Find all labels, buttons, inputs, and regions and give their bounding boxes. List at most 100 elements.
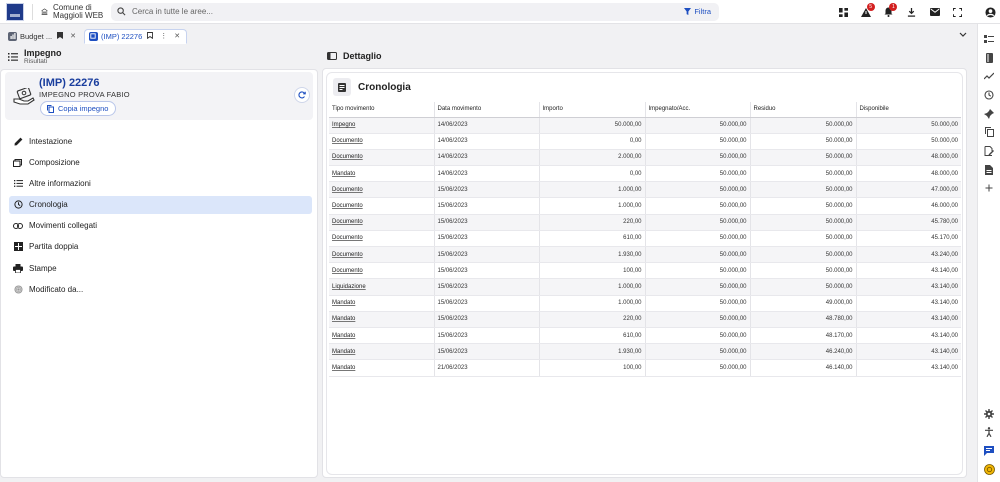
table-cell: 100,00 [539,262,646,280]
detail-panel: Cronologia Tipo movimento Data movimento… [322,68,967,478]
movement-type-link[interactable]: Documento [332,187,363,193]
home-icon[interactable] [32,3,48,20]
menu-item-intestazione[interactable]: Intestazione [9,132,312,150]
column-header[interactable]: Importo [539,102,646,118]
menu-item-modificato-da[interactable]: Modificato da... [9,280,312,298]
menu-item-partita-doppia[interactable]: Partita doppia [9,238,312,256]
fullscreen-icon[interactable] [946,4,969,20]
table-row[interactable]: Impegno 14/06/2023 50.000,00 50.000,00 50.00… [329,117,961,134]
movement-type-link[interactable]: Documento [332,268,363,274]
table-cell: 50.000,00 [645,117,751,134]
bell-icon[interactable]: 1 [878,3,901,20]
movement-type-link[interactable]: Documento [332,235,363,241]
column-header[interactable]: Disponibile [856,102,961,118]
table-cell: 43.240,00 [856,246,961,264]
table-cell: 50.000,00 [645,295,751,312]
add-icon[interactable] [982,181,996,195]
table-cell: Mandato [329,311,435,328]
table-cell: 50.000,00 [645,214,751,231]
table-row[interactable]: Documento 15/06/2023 610,00 50.000,00 50.000… [329,230,961,248]
menu-item-composizione[interactable]: Composizione [9,153,312,171]
movement-type-link[interactable]: Documento [332,203,363,209]
table-cell: 45.170,00 [856,230,961,248]
filter-button[interactable]: Filtra [684,7,711,16]
history-icon[interactable] [982,88,996,102]
copy-impegno-label: Copia impegno [58,104,109,113]
close-icon[interactable]: ✕ [68,32,78,40]
movement-type-link[interactable]: Documento [332,252,363,258]
table-row[interactable]: Mandato 21/06/2023 100,00 50.000,00 46.140,0… [329,359,961,377]
mail-icon[interactable] [923,4,946,20]
menu-item-movimenti-collegati[interactable]: Movimenti collegati [9,217,312,235]
table-row[interactable]: Mandato 14/06/2023 0,00 50.000,00 50.000,00 4… [329,165,961,183]
movement-type-link[interactable]: Impegno [332,122,355,128]
menu-item-cronologia[interactable]: Cronologia [9,195,312,214]
link-icon [13,221,23,231]
download-icon[interactable] [900,4,923,20]
movement-type-link[interactable]: Mandato [332,365,355,371]
document-edit-icon[interactable] [982,144,996,158]
chat-icon[interactable] [982,444,996,458]
close-icon[interactable]: ✕ [172,32,182,40]
app-logo[interactable] [6,2,24,21]
tab-budget[interactable]: Budget ... ✕ [4,29,82,44]
book-icon[interactable] [982,51,996,65]
copy-icon [47,104,54,113]
stack-icon [13,157,23,167]
copy-icon[interactable] [982,125,996,139]
panel-toggle-icon[interactable] [327,52,337,60]
movement-type-link[interactable]: Documento [332,154,363,160]
table-row[interactable]: Documento 15/06/2023 220,00 50.000,00 50.000… [329,214,961,231]
more-vert-icon[interactable]: ⋮ [158,32,169,40]
table-cell: 15/06/2023 [434,311,540,328]
column-header[interactable]: Tipo movimento [329,102,435,118]
settings-gear-icon[interactable] [982,407,996,421]
list-icon[interactable] [8,53,18,61]
chevron-down-icon[interactable] [959,31,969,41]
movement-type-link[interactable]: Documento [332,219,363,225]
table-row[interactable]: Documento 15/06/2023 1.930,00 50.000,00 50.0… [329,246,961,264]
table-cell: Mandato [329,165,435,183]
movement-type-link[interactable]: Mandato [332,171,355,177]
table-row[interactable]: Mandato 15/06/2023 220,00 50.000,00 48.780,0… [329,311,961,328]
checklist-icon[interactable] [982,32,996,46]
pin-icon[interactable] [982,107,996,121]
table-row[interactable]: Mandato 15/06/2023 1.000,00 50.000,00 49.000… [329,295,961,312]
movement-type-link[interactable]: Mandato [332,300,355,306]
accessibility-icon[interactable] [982,425,996,439]
movement-type-link[interactable]: Mandato [332,316,355,322]
column-header[interactable]: Residuo [750,102,857,118]
movement-type-link[interactable]: Mandato [332,349,355,355]
column-header[interactable]: Data movimento [434,102,540,118]
table-row[interactable]: Documento 14/06/2023 2.000,00 50.000,00 50.0… [329,149,961,167]
bookmark-icon[interactable] [55,31,65,41]
user-account-icon[interactable] [982,4,998,20]
search-input[interactable] [132,7,685,16]
table-cell: 50.000,00 [645,278,751,296]
refresh-button[interactable] [294,87,310,103]
bell-badge: 1 [889,3,898,11]
table-cell: 2.000,00 [539,149,646,167]
table-row[interactable]: Mandato 15/06/2023 610,00 50.000,00 48.170,0… [329,327,961,345]
table-row[interactable]: Liquidazione 15/06/2023 1.000,00 50.000,00 5… [329,278,961,296]
alerts-icon[interactable]: 5 [855,3,878,20]
table-row[interactable]: Documento 15/06/2023 1.000,00 50.000,00 50.0… [329,197,961,215]
file-icon[interactable] [982,163,996,177]
table-row[interactable]: Documento 15/06/2023 100,00 50.000,00 50.000… [329,262,961,280]
dashboard-icon[interactable] [832,4,855,20]
movement-type-link[interactable]: Documento [332,138,363,144]
table-row[interactable]: Documento 14/06/2023 0,00 50.000,00 50.000,0… [329,133,961,150]
column-header[interactable]: Impegnato/Acc. [645,102,751,118]
trend-icon[interactable] [982,69,996,83]
movement-type-link[interactable]: Mandato [332,333,355,339]
table-row[interactable]: Mandato 15/06/2023 1.930,00 50.000,00 46.240… [329,343,961,361]
tab-impegno[interactable]: (IMP) 22276 ⋮ ✕ [83,28,188,44]
menu-item-altre-informazioni[interactable]: Altre informazioni [9,174,312,192]
copy-impegno-button[interactable]: Copia impegno [40,101,116,116]
bookmark-outline-icon[interactable] [145,31,155,41]
movement-type-link[interactable]: Liquidazione [332,284,366,290]
table-row[interactable]: Documento 15/06/2023 1.000,00 50.000,00 50.0… [329,181,961,199]
assistant-icon[interactable] [982,462,996,476]
table-cell: 50.000,00 [645,133,751,150]
menu-item-stampe[interactable]: Stampe [9,259,312,277]
